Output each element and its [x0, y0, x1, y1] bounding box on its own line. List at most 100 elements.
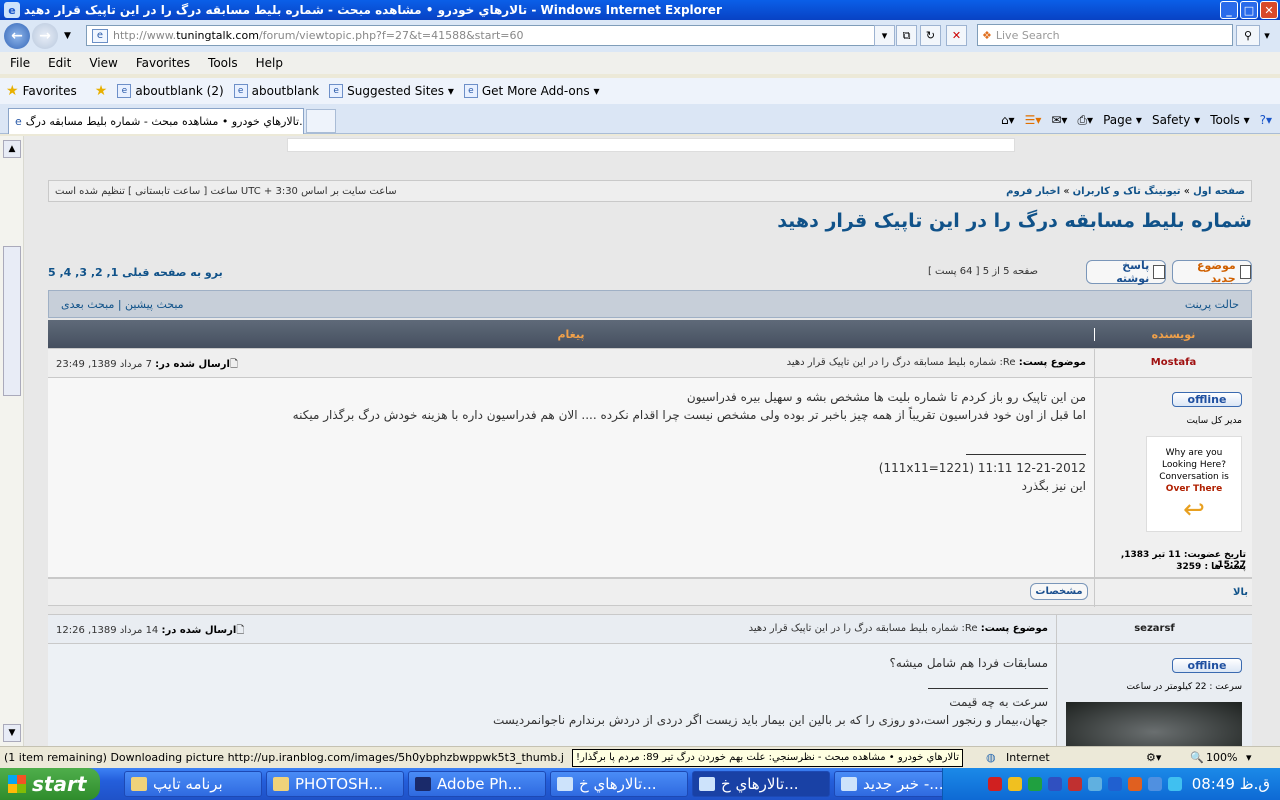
date-label: ارسال شده در:: [161, 625, 237, 636]
start-button[interactable]: start: [0, 768, 100, 800]
date-label: ارسال شده در:: [155, 359, 230, 370]
menu-view[interactable]: View: [89, 56, 117, 70]
breadcrumb: صفحه اول » تیونینگ تاک و کاربران » اخبار…: [48, 180, 1252, 202]
browser-tab[interactable]: e تالارهاي خودرو • مشاهده مبحث - شماره بل…: [8, 108, 304, 134]
home-icon[interactable]: ⌂▾: [1001, 113, 1015, 127]
prev-next-links[interactable]: مبحث پیشین | مبحث بعدی: [61, 298, 184, 311]
menu-file[interactable]: File: [10, 56, 30, 70]
favorites-label: Favorites: [22, 84, 77, 98]
search-icon[interactable]: ⚲: [1236, 25, 1260, 46]
fav-label: Get More Add-ons ▾: [481, 84, 600, 98]
post-content: مسابقات فردا هم شامل میشه؟ سرعت به چه قی…: [68, 654, 1048, 729]
tools-menu[interactable]: Tools ▾: [1210, 113, 1249, 127]
favorites-button[interactable]: ★ Favorites: [6, 83, 77, 99]
menu-tools[interactable]: Tools: [208, 56, 238, 70]
network-icon[interactable]: [1027, 777, 1042, 791]
folder-icon: [273, 777, 289, 791]
help-icon[interactable]: ?▾: [1260, 113, 1272, 127]
address-bar[interactable]: e http://www. tuningtalk.com/forum/viewto…: [86, 25, 889, 46]
back-button[interactable]: ←: [4, 23, 30, 49]
taskbar-item-active[interactable]: تالارهاي خ...: [692, 771, 830, 797]
scroll-thumb[interactable]: [3, 246, 21, 396]
search-options-icon[interactable]: ▾: [1260, 25, 1274, 46]
fav-label: aboutblank: [251, 84, 320, 98]
menu-help[interactable]: Help: [256, 56, 283, 70]
language-icon[interactable]: [1147, 777, 1162, 791]
volume-icon[interactable]: [1047, 777, 1062, 791]
fav-get-addons[interactable]: e Get More Add-ons ▾: [463, 84, 600, 98]
post-author[interactable]: sezarsf: [1056, 615, 1252, 643]
post-author[interactable]: Mostafa: [1094, 349, 1252, 377]
stop-icon[interactable]: ✕: [946, 25, 967, 46]
mail-icon[interactable]: ✉▾: [1051, 113, 1067, 127]
post-header-row: Mostafa موضوع پست: Re: شماره بلیط مسابقه…: [48, 348, 1252, 378]
signature-divider: [966, 454, 1086, 455]
fav-suggested-sites[interactable]: e Suggested Sites ▾: [329, 84, 454, 98]
address-dropdown-button[interactable]: ▾: [874, 25, 895, 46]
signature-text: 12-21-2012 11:11 (111x11=1221): [878, 461, 1086, 475]
post-icon[interactable]: 🗋: [236, 625, 244, 636]
maximize-button[interactable]: □: [1240, 1, 1258, 19]
crumb-tuningtalk[interactable]: تیونینگ تاک و کاربران: [1073, 186, 1181, 197]
subject-label: موضوع پست:: [980, 623, 1048, 634]
zoom-icon[interactable]: 🔍: [1190, 751, 1204, 764]
shield-icon[interactable]: [1007, 777, 1022, 791]
subject-text: Re: شماره بلیط مسابقه درگ را در این تاپی…: [748, 623, 978, 634]
bluetooth-icon[interactable]: [1107, 777, 1122, 791]
taskbar-item[interactable]: Adobe Ph...: [408, 771, 546, 797]
print-icon[interactable]: ⎙▾: [1077, 113, 1093, 128]
avatar-text: Why are you: [1165, 448, 1223, 458]
avatar: Why are you Looking Here? Conversation i…: [1146, 436, 1242, 532]
profile-button[interactable]: مشخصات: [1030, 583, 1088, 600]
new-tab-button[interactable]: [306, 109, 336, 133]
page-menu[interactable]: Page ▾: [1103, 113, 1142, 127]
menu-favorites[interactable]: Favorites: [136, 56, 190, 70]
taskbar-item[interactable]: تالارهاي خ...: [550, 771, 688, 797]
compat-view-icon[interactable]: ⧉: [896, 25, 917, 46]
fav-link-aboutblank-2[interactable]: e aboutblank (2): [117, 84, 224, 98]
page-links[interactable]: برو به صفحه قبلی 1, 2, 3, 4, 5: [48, 266, 223, 279]
scroll-down-icon[interactable]: ▼: [3, 724, 21, 742]
taskbar-item[interactable]: برنامه تایپ: [124, 771, 262, 797]
search-box[interactable]: ❖ Live Search: [977, 24, 1233, 46]
display-icon[interactable]: [1167, 777, 1182, 791]
add-favorite-icon[interactable]: ★: [95, 83, 108, 99]
menu-edit[interactable]: Edit: [48, 56, 71, 70]
protected-mode-icon[interactable]: ⚙▾: [1146, 751, 1161, 764]
ie-icon: [699, 777, 715, 791]
feeds-icon[interactable]: ☰▾: [1025, 113, 1042, 127]
new-topic-button[interactable]: موضوع جدید: [1172, 259, 1252, 285]
vertical-scrollbar[interactable]: ▲ ▼: [0, 136, 24, 746]
close-button[interactable]: ✕: [1260, 1, 1278, 19]
favorites-bar: ★ Favorites ★ e aboutblank (2) e aboutblank…: [0, 78, 1280, 104]
scroll-up-icon[interactable]: ▲: [3, 140, 21, 158]
folder-icon: [131, 777, 147, 791]
forward-button[interactable]: →: [32, 23, 58, 49]
safety-menu[interactable]: Safety ▾: [1152, 113, 1200, 127]
clock[interactable]: ق.ظ 08:49: [1192, 775, 1270, 793]
url-host: tuningtalk.com: [176, 29, 259, 42]
flash-icon[interactable]: [1127, 777, 1142, 791]
zoom-dropdown-icon[interactable]: ▾: [1246, 751, 1252, 764]
refresh-icon[interactable]: ↻: [920, 25, 941, 46]
antivirus-icon[interactable]: [987, 777, 1002, 791]
minimize-button[interactable]: _: [1220, 1, 1238, 19]
crumb-home[interactable]: صفحه اول: [1193, 186, 1245, 197]
post-footer-row: بالا مشخصات: [48, 578, 1252, 607]
post-icon[interactable]: 🗋: [230, 359, 238, 370]
taskbar-label: تالارهاي خ...: [579, 775, 657, 793]
ie-icon: e: [4, 2, 20, 18]
history-dropdown-icon[interactable]: ▼: [64, 31, 71, 41]
back-to-top-link[interactable]: بالا: [1094, 579, 1252, 607]
status-badge: offline: [1172, 658, 1242, 673]
fav-link-aboutblank[interactable]: e aboutblank: [233, 84, 320, 98]
reply-button[interactable]: پاسخ نوشته: [1086, 259, 1166, 285]
messenger-icon[interactable]: [1087, 777, 1102, 791]
crumb-news[interactable]: اخبار فروم: [1006, 186, 1060, 197]
zoom-level[interactable]: 100%: [1206, 751, 1237, 764]
post-text: اما قبل از اون خود فدراسیون تقریباً از ه…: [292, 408, 1086, 422]
update-icon[interactable]: [1067, 777, 1082, 791]
print-view-link[interactable]: حالت پرینت: [1185, 298, 1239, 311]
topic-title[interactable]: شماره بلیط مسابقه درگ را در این تاپیک قر…: [48, 210, 1252, 232]
taskbar-item[interactable]: PHOTOSH...: [266, 771, 404, 797]
